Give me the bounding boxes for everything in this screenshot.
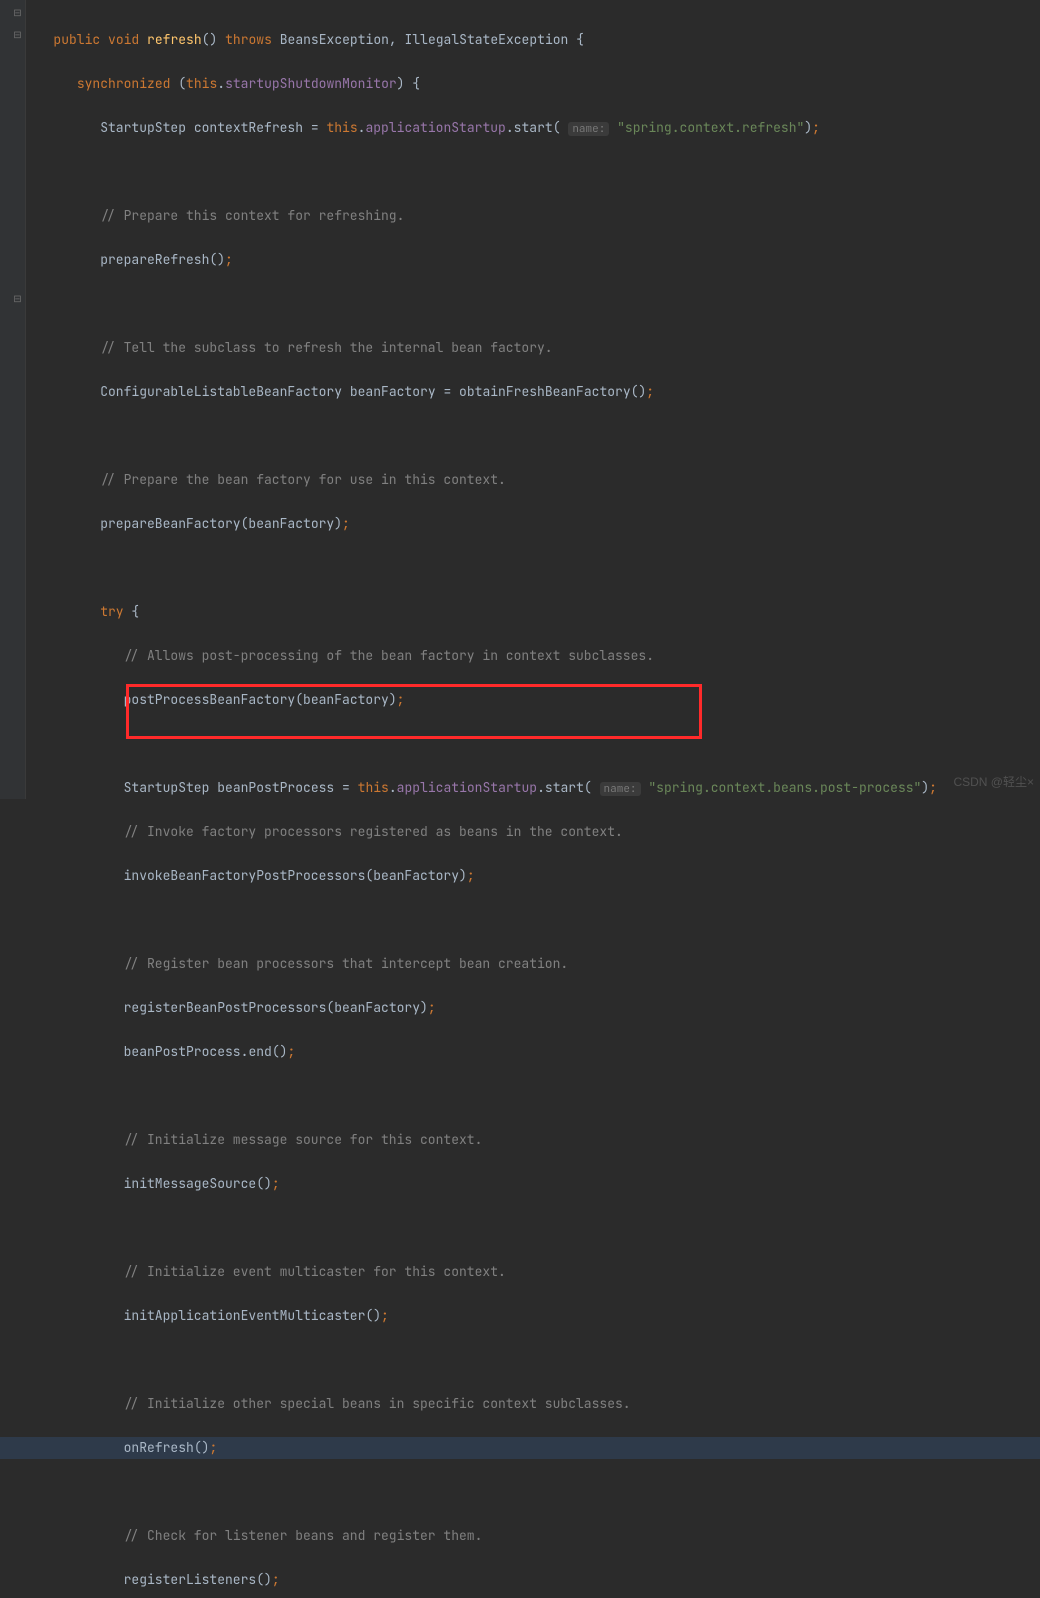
param-hint: name: [600, 782, 641, 796]
fold-marker-icon[interactable]: ⊟ [12, 7, 23, 18]
comment: // Check for listener beans and register… [124, 1527, 483, 1544]
comment: // Allows post-processing of the bean fa… [124, 647, 654, 664]
comment: // Initialize event multicaster for this… [124, 1263, 506, 1280]
fold-marker-icon[interactable]: ⊟ [12, 29, 23, 40]
comment: // Prepare the bean factory for use in t… [100, 471, 506, 488]
comment: // Prepare this context for refreshing. [100, 207, 404, 224]
comment: // Initialize message source for this co… [124, 1131, 483, 1148]
method-name: refresh [147, 31, 202, 48]
fold-marker-icon[interactable]: ⊟ [12, 293, 23, 304]
comment: // Tell the subclass to refresh the inte… [100, 339, 552, 356]
editor-gutter: ⊟ ⊟ ⊟ [0, 0, 26, 799]
comment: // Initialize other special beans in spe… [124, 1395, 631, 1412]
watermark: CSDN @轻尘× [953, 771, 1034, 793]
code-editor[interactable]: public void refresh() throws BeansExcept… [30, 7, 1040, 1598]
comment: // Register bean processors that interce… [124, 955, 569, 972]
param-hint: name: [568, 122, 609, 136]
highlighted-line: onRefresh(); [0, 1437, 1040, 1459]
comment: // Invoke factory processors registered … [124, 823, 623, 840]
